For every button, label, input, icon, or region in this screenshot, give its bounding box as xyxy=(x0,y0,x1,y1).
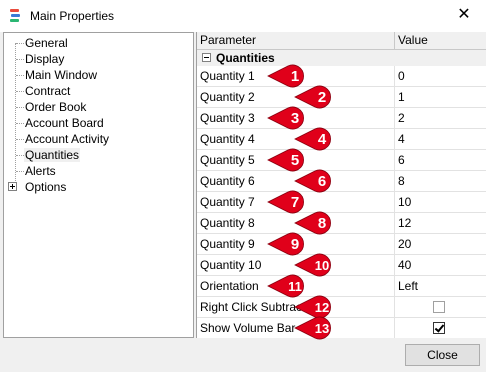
tree-item-label: Contract xyxy=(25,84,71,98)
tree-item-label: Account Board xyxy=(25,116,104,130)
property-checkbox[interactable] xyxy=(433,301,445,313)
tree-item-label: Display xyxy=(25,52,65,66)
tree-item-label: Main Window xyxy=(25,68,98,82)
main-properties-window: Main Properties ✕ General Display Main Win… xyxy=(0,0,486,372)
tree-item-options[interactable]: Options xyxy=(4,179,194,195)
property-value[interactable]: 40 xyxy=(395,255,486,275)
category-quantities[interactable]: Quantities xyxy=(197,50,486,66)
tree-item-label: Order Book xyxy=(25,100,87,114)
tree-connector xyxy=(16,123,24,124)
property-value[interactable]: 8 xyxy=(395,171,486,191)
tree-item-alerts[interactable]: Alerts xyxy=(4,163,194,179)
annotation-number: 5 xyxy=(291,152,299,169)
tree-connector xyxy=(16,43,24,44)
tree-item-order-book[interactable]: Order Book xyxy=(4,99,194,115)
property-value[interactable]: Left xyxy=(395,276,486,296)
tree-item-account-activity[interactable]: Account Activity xyxy=(4,131,194,147)
tree-connector xyxy=(16,59,24,60)
close-button[interactable]: Close xyxy=(405,344,480,366)
property-value[interactable]: 10 xyxy=(395,192,486,212)
tree-item-general[interactable]: General xyxy=(4,35,194,51)
collapse-icon[interactable] xyxy=(202,53,211,62)
tree-item-display[interactable]: Display xyxy=(4,51,194,67)
annotation-number: 12 xyxy=(315,300,329,315)
annotation-number: 7 xyxy=(291,194,299,211)
window-close-icon[interactable]: ✕ xyxy=(454,5,474,25)
tree-item-account-board[interactable]: Account Board xyxy=(4,115,194,131)
tree-item-label: General xyxy=(25,36,68,50)
property-value[interactable]: 4 xyxy=(395,129,486,149)
title-bar: Main Properties ✕ xyxy=(0,0,486,32)
tree-item-contract[interactable]: Contract xyxy=(4,83,194,99)
column-header-parameter[interactable]: Parameter xyxy=(197,32,395,49)
property-value[interactable]: 6 xyxy=(395,150,486,170)
expand-plus-icon[interactable] xyxy=(8,182,17,191)
annotation-number: 4 xyxy=(318,131,327,148)
annotation-number: 2 xyxy=(318,89,326,106)
annotation-number: 11 xyxy=(288,279,302,294)
settings-tree: General Display Main Window Contract Order B… xyxy=(3,32,194,338)
property-value[interactable]: 1 xyxy=(395,87,486,107)
annotation-marker-13: 13 xyxy=(294,316,331,340)
tree-item-label: Quantities xyxy=(24,148,81,162)
annotation-number: 9 xyxy=(291,236,299,253)
property-value[interactable]: 20 xyxy=(395,234,486,254)
tree-item-label: Account Activity xyxy=(25,132,110,146)
annotation-number: 8 xyxy=(318,215,326,232)
tree-item-label: Options xyxy=(25,180,67,194)
tree-item-main-window[interactable]: Main Window xyxy=(4,67,194,83)
annotation-number: 3 xyxy=(291,110,299,127)
window-title: Main Properties xyxy=(30,9,115,23)
annotation-number: 1 xyxy=(291,68,299,85)
tree-connector xyxy=(16,91,24,92)
tree-connector xyxy=(16,155,24,156)
annotation-number: 6 xyxy=(318,173,326,190)
tree-item-label: Alerts xyxy=(25,164,56,178)
app-logo-icon xyxy=(10,9,20,22)
tree-connector xyxy=(16,107,24,108)
grid-header: Parameter Value xyxy=(197,32,486,50)
annotation-number: 10 xyxy=(315,258,329,273)
property-checkbox[interactable] xyxy=(433,322,445,334)
property-value[interactable]: 2 xyxy=(395,108,486,128)
column-header-value[interactable]: Value xyxy=(395,32,486,49)
tree-connector xyxy=(16,139,24,140)
tree-connector xyxy=(16,75,24,76)
property-value[interactable]: 0 xyxy=(395,66,486,86)
tree-item-quantities[interactable]: Quantities xyxy=(4,147,194,163)
property-value[interactable]: 12 xyxy=(395,213,486,233)
tree-connector xyxy=(16,171,24,172)
annotation-number: 13 xyxy=(315,321,329,336)
